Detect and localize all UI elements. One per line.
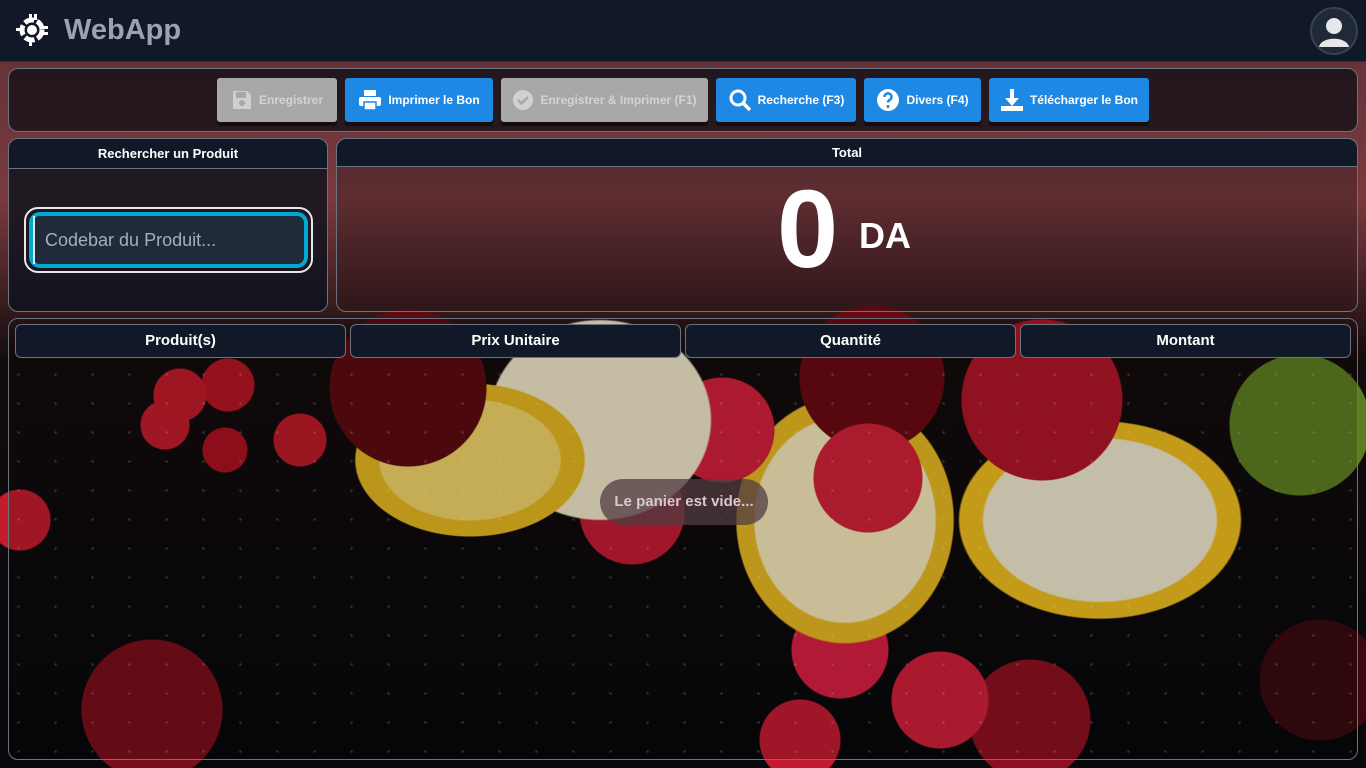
check-circle-icon (513, 90, 534, 110)
column-header-amount[interactable]: Montant (1020, 324, 1351, 358)
empty-cart-message: Le panier est vide... (600, 479, 768, 525)
column-header-unit-price[interactable]: Prix Unitaire (350, 324, 681, 358)
search-button[interactable]: Recherche (F3) (716, 78, 856, 122)
barcode-input[interactable] (33, 216, 304, 264)
cart-table: Produit(s) Prix Unitaire Quantité Montan… (8, 318, 1358, 760)
search-icon (729, 89, 751, 112)
save-print-button[interactable]: Enregistrer & Imprimer (F1) (501, 78, 708, 122)
misc-button-label: Divers (F4) (906, 93, 969, 107)
total-currency: DA (859, 215, 911, 256)
user-avatar-icon[interactable] (1310, 7, 1358, 55)
action-toolbar: Enregistrer Imprimer le Bon Enregistrer … (8, 68, 1358, 132)
printer-icon (359, 90, 382, 111)
product-search-panel: Rechercher un Produit (8, 138, 328, 312)
misc-button[interactable]: Divers (F4) (864, 78, 981, 122)
save-button[interactable]: Enregistrer (217, 78, 337, 122)
app-brand[interactable]: WebApp (64, 14, 181, 47)
download-button-label: Télécharger le Bon (1029, 93, 1139, 107)
column-header-quantity[interactable]: Quantité (685, 324, 1016, 358)
save-print-button-label: Enregistrer & Imprimer (F1) (540, 93, 697, 107)
total-amount: 0 (777, 168, 839, 291)
download-icon (1000, 89, 1023, 111)
total-panel: Total 0 DA (336, 138, 1358, 312)
product-search-title: Rechercher un Produit (9, 139, 327, 169)
total-title: Total (337, 139, 1357, 167)
print-button-label: Imprimer le Bon (388, 93, 480, 107)
logo-icon[interactable] (14, 12, 50, 48)
print-button[interactable]: Imprimer le Bon (345, 78, 493, 122)
search-button-label: Recherche (F3) (757, 93, 845, 107)
top-navbar: WebApp (0, 0, 1366, 62)
save-button-label: Enregistrer (258, 93, 324, 107)
question-circle-icon (877, 89, 900, 111)
download-button[interactable]: Télécharger le Bon (989, 78, 1149, 122)
barcode-input-wrapper (24, 207, 313, 273)
barcode-input-focus-ring (29, 212, 308, 268)
floppy-icon (232, 91, 251, 109)
column-header-products[interactable]: Produit(s) (15, 324, 346, 358)
